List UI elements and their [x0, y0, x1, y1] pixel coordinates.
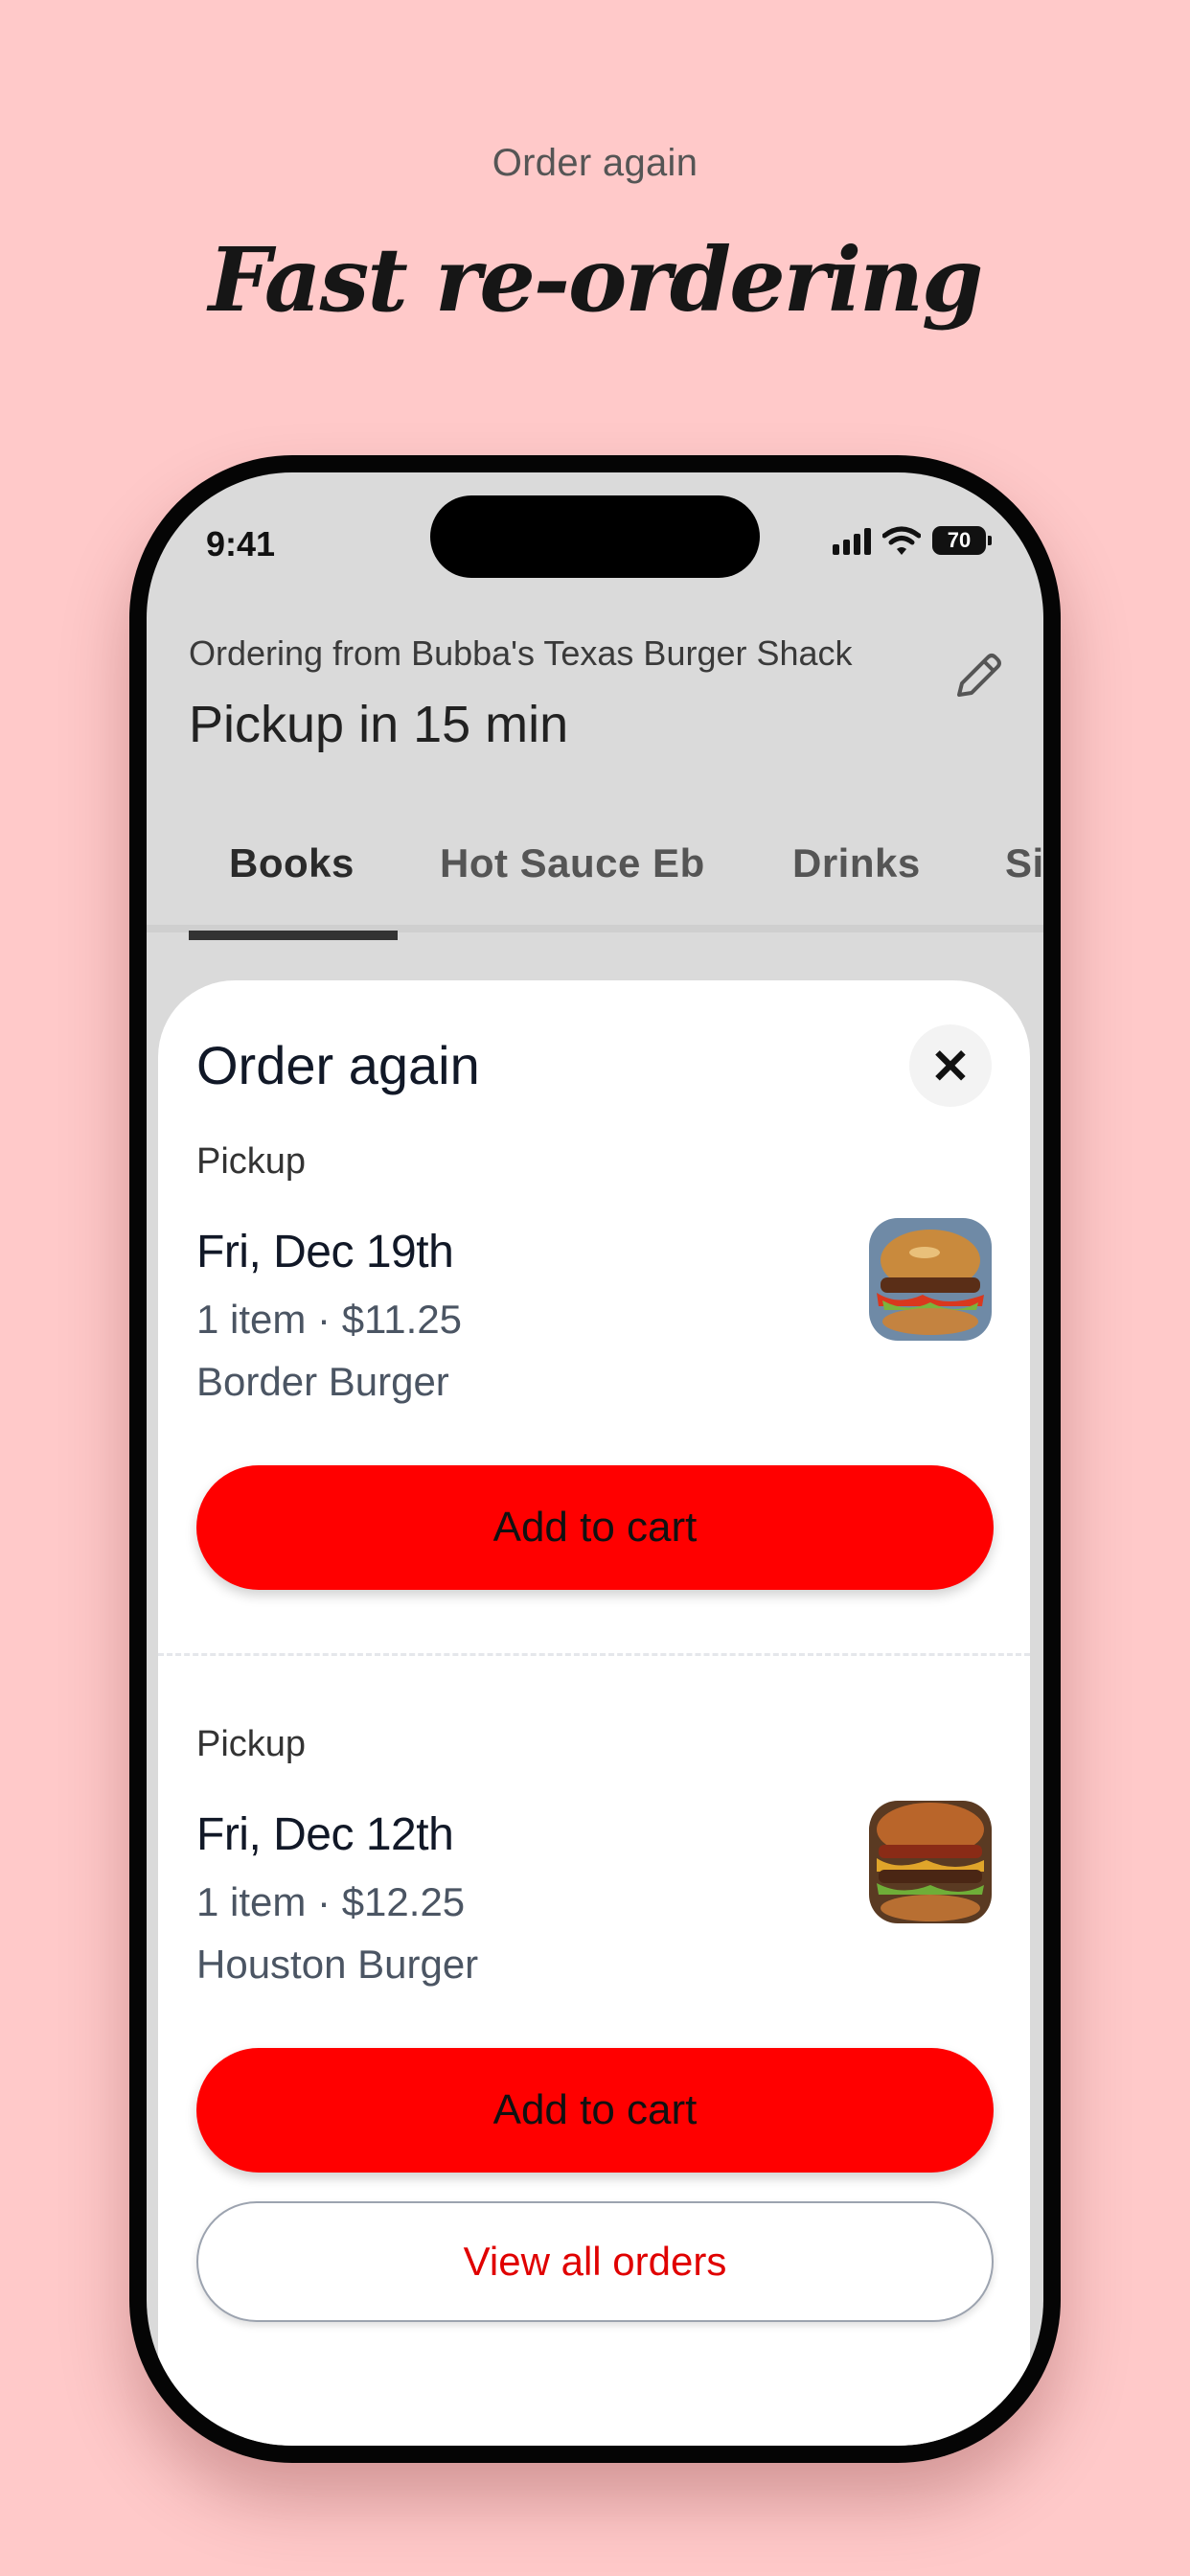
pickup-time-heading: Pickup in 15 min [189, 696, 569, 753]
active-tab-indicator [189, 931, 398, 940]
order-date: Fri, Dec 12th [196, 1809, 454, 1860]
burger-thumbnail [869, 1801, 992, 1923]
ordering-from-label: Ordering from Bubba's Texas Burger Shack [189, 633, 853, 673]
order-type: Pickup [196, 1141, 307, 1182]
order-item-name: Houston Burger [196, 1942, 479, 1987]
status-time: 9:41 [206, 524, 276, 564]
battery-icon: 70 [932, 526, 992, 555]
phone-screen: 9:41 70 Ordering from Bubba's Texas Burg… [147, 472, 1043, 2446]
category-tabs: Books Hot Sauce Eb Drinks Si [147, 814, 1043, 932]
dynamic-island [430, 495, 760, 578]
view-all-orders-button[interactable]: View all orders [196, 2201, 994, 2322]
tab-drinks[interactable]: Drinks [792, 840, 921, 886]
tab-hot-sauce[interactable]: Hot Sauce Eb [440, 840, 705, 886]
order-date: Fri, Dec 19th [196, 1227, 454, 1277]
order-summary: 1 item · $12.25 [196, 1879, 466, 1924]
status-icons: 70 [833, 526, 992, 555]
close-button[interactable]: ✕ [909, 1024, 992, 1107]
order-type: Pickup [196, 1724, 307, 1764]
order-again-sheet: Order again ✕ Pickup Fri, Dec 19th 1 ite… [158, 980, 1030, 2446]
promo-title: Fast re-ordering [208, 228, 984, 332]
promo-subtitle: Order again [492, 142, 698, 184]
close-icon: ✕ [930, 1040, 971, 1093]
add-to-cart-button[interactable]: Add to cart [196, 1465, 994, 1590]
pencil-icon[interactable] [948, 647, 1007, 706]
cellular-signal-icon [833, 526, 871, 555]
tab-sides[interactable]: Si [1005, 840, 1043, 886]
burger-thumbnail [869, 1218, 992, 1341]
wifi-icon [882, 526, 921, 555]
phone-frame: 9:41 70 Ordering from Bubba's Texas Burg… [129, 455, 1061, 2463]
order-item-name: Border Burger [196, 1359, 449, 1404]
order-summary: 1 item · $11.25 [196, 1297, 463, 1342]
order-divider [158, 1653, 1030, 1656]
sheet-title: Order again [196, 1035, 480, 1095]
add-to-cart-button[interactable]: Add to cart [196, 2048, 994, 2173]
tab-books[interactable]: Books [229, 840, 355, 886]
